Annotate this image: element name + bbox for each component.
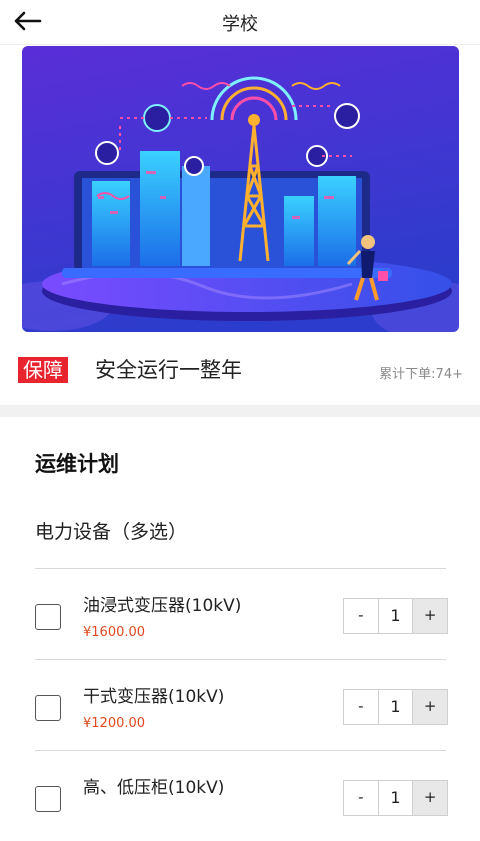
decrease-button[interactable]: - [344,690,379,724]
item-name: 干式变压器(10kV) [83,687,225,707]
increase-button[interactable]: + [412,690,448,724]
decrease-button[interactable]: - [344,781,379,815]
item-name: 高、低压柜(10kV) [83,778,225,798]
decrease-button[interactable]: - [344,599,379,633]
equipment-item: 高、低压柜(10kV) - 1 + [35,750,448,841]
item-checkbox[interactable] [35,786,61,812]
banner-illustration [22,46,459,332]
item-price: ¥1200.00 [83,716,146,731]
section-title: 运维计划 [35,452,119,476]
quantity-value[interactable]: 1 [379,599,413,633]
banner-carousel[interactable] [22,46,459,332]
order-count: 累计下单:74+ [379,367,463,382]
item-checkbox[interactable] [35,604,61,630]
quantity-value[interactable]: 1 [379,690,413,724]
guarantee-slogan: 安全运行一整年 [95,358,242,382]
equipment-item: 干式变压器(10kV) ¥1200.00 - 1 + [35,659,448,750]
guarantee-tag: 保障 [18,357,68,383]
top-bar: 学校 [0,0,480,45]
quantity-stepper: - 1 + [343,780,448,816]
item-name: 油浸式变压器(10kV) [83,596,242,616]
quantity-stepper: - 1 + [343,689,448,725]
item-price: ¥1600.00 [83,625,146,640]
guarantee-row: 保障 安全运行一整年 累计下单:74+ [0,346,480,396]
increase-button[interactable]: + [412,599,448,633]
equipment-item: 油浸式变压器(10kV) ¥1600.00 - 1 + [35,568,448,659]
item-checkbox[interactable] [35,695,61,721]
quantity-stepper: - 1 + [343,598,448,634]
equipment-subtitle: 电力设备（多选） [35,521,188,543]
section-divider [0,405,480,417]
quantity-value[interactable]: 1 [379,781,413,815]
increase-button[interactable]: + [412,781,448,815]
page-title: 学校 [222,14,258,35]
